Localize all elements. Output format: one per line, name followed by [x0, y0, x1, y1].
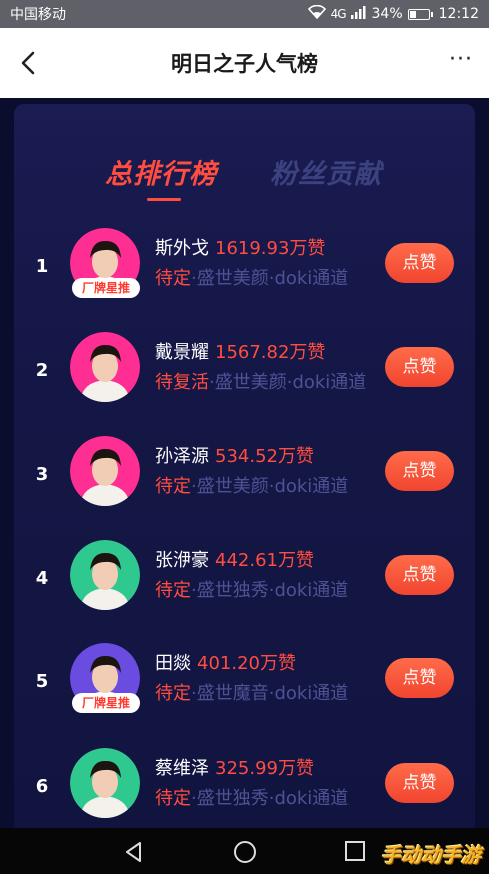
main-content: 总排行榜 粉丝贡献 1 厂牌星推 斯外戈 1619.93万赞 待定·盛世美颜·doki通…: [0, 98, 489, 834]
avatar[interactable]: [70, 332, 140, 402]
rank-number: 5: [35, 671, 49, 692]
like-button[interactable]: 点赞: [385, 555, 454, 595]
status-icons: 4G 34% 12:12: [307, 4, 479, 23]
rank-number: 1: [35, 256, 49, 277]
app-header: 明日之子人气榜 ···: [0, 28, 489, 98]
name-line: 斯外戈 1619.93万赞: [155, 234, 325, 260]
rank-number: 6: [35, 776, 49, 797]
like-count: 1619.93万赞: [215, 238, 326, 259]
status-line: 待定·盛世魔音·doki通道: [155, 679, 348, 705]
status-text: 待定: [155, 580, 191, 601]
contestant-name[interactable]: 田燚: [155, 653, 191, 674]
battery-percent: 34%: [371, 6, 403, 22]
system-nav-bar: 手动动手游: [0, 828, 489, 874]
badge-label: 厂牌星推: [72, 693, 140, 713]
contestant-name[interactable]: 张洢豪: [155, 550, 209, 571]
rank-number: 3: [35, 464, 49, 485]
avatar[interactable]: [70, 540, 140, 610]
like-count: 325.99万赞: [215, 758, 314, 779]
status-line: 待定·盛世美颜·doki通道: [155, 264, 348, 290]
ranking-row: 1 厂牌星推 斯外戈 1619.93万赞待定·盛世美颜·doki通道 点赞: [0, 228, 489, 318]
ranking-row: 4 张洢豪 442.61万赞待定·盛世独秀·doki通道 点赞: [0, 540, 489, 630]
ranking-row: 5 厂牌星推 田燚 401.20万赞 待定·盛世魔音·doki通道 点赞: [0, 643, 489, 733]
name-line: 孙泽源 534.52万赞: [155, 442, 314, 468]
status-text: 待定: [155, 683, 191, 704]
like-count: 534.52万赞: [215, 446, 314, 467]
like-button[interactable]: 点赞: [385, 658, 454, 698]
status-line: 待定·盛世独秀·doki通道: [155, 576, 348, 602]
group-text: ·盛世美颜·doki通道: [191, 476, 349, 497]
group-text: ·盛世美颜·doki通道: [191, 268, 349, 289]
status-line: 待定·盛世美颜·doki通道: [155, 472, 348, 498]
nav-back-icon[interactable]: [122, 840, 146, 868]
like-count: 442.61万赞: [215, 550, 314, 571]
contestant-name[interactable]: 斯外戈: [155, 238, 209, 259]
name-line: 戴景耀 1567.82万赞: [155, 338, 325, 364]
group-text: ·盛世魔音·doki通道: [191, 683, 349, 704]
nav-home-icon[interactable]: [232, 839, 258, 869]
status-text: 待复活: [155, 372, 209, 393]
page-title: 明日之子人气榜: [171, 52, 318, 76]
active-tab-indicator: [147, 198, 181, 201]
watermark-logo: 手动动手游: [381, 843, 481, 867]
name-line: 蔡维泽 325.99万赞: [155, 754, 314, 780]
group-text: ·盛世独秀·doki通道: [191, 580, 349, 601]
wifi-icon: [307, 4, 326, 23]
battery-icon: [407, 8, 433, 20]
group-text: ·盛世独秀·doki通道: [191, 788, 349, 809]
like-button[interactable]: 点赞: [385, 763, 454, 803]
contestant-name[interactable]: 戴景耀: [155, 342, 209, 363]
ranking-row: 6 蔡维泽 325.99万赞待定·盛世独秀·doki通道 点赞: [0, 748, 489, 838]
clock: 12:12: [438, 6, 479, 22]
group-text: ·盛世美颜·doki通道: [209, 372, 367, 393]
status-line: 待复活·盛世美颜·doki通道: [155, 368, 366, 394]
more-options-icon[interactable]: ···: [449, 49, 473, 71]
network-type: 4G: [330, 7, 347, 21]
like-count: 401.20万赞: [197, 653, 296, 674]
like-count: 1567.82万赞: [215, 342, 326, 363]
badge-label: 厂牌星推: [72, 278, 140, 298]
signal-icon: [350, 5, 367, 23]
tab-bar: 总排行榜 粉丝贡献: [14, 152, 475, 202]
like-button[interactable]: 点赞: [385, 347, 454, 387]
avatar[interactable]: [70, 748, 140, 818]
tab-fan-contribution[interactable]: 粉丝贡献: [270, 152, 382, 191]
status-line: 待定·盛世独秀·doki通道: [155, 784, 348, 810]
ranking-row: 2 戴景耀 1567.82万赞 待复活·盛世美颜·doki通道 点赞: [0, 332, 489, 422]
status-text: 待定: [155, 788, 191, 809]
name-line: 田燚 401.20万赞: [155, 649, 296, 675]
status-text: 待定: [155, 476, 191, 497]
like-button[interactable]: 点赞: [385, 243, 454, 283]
nav-recent-apps-icon[interactable]: [344, 840, 366, 866]
carrier-label: 中国移动: [10, 7, 66, 23]
avatar[interactable]: [70, 436, 140, 506]
tab-total-ranking[interactable]: 总排行榜: [105, 152, 217, 191]
rank-number: 4: [35, 568, 49, 589]
like-button[interactable]: 点赞: [385, 451, 454, 491]
status-bar: 中国移动 4G 34% 12:12: [0, 0, 489, 28]
contestant-name[interactable]: 蔡维泽: [155, 758, 209, 779]
back-arrow-icon[interactable]: [14, 48, 44, 78]
rank-number: 2: [35, 360, 49, 381]
name-line: 张洢豪 442.61万赞: [155, 546, 314, 572]
contestant-name[interactable]: 孙泽源: [155, 446, 209, 467]
status-text: 待定: [155, 268, 191, 289]
ranking-row: 3 孙泽源 534.52万赞待定·盛世美颜·doki通道 点赞: [0, 436, 489, 526]
